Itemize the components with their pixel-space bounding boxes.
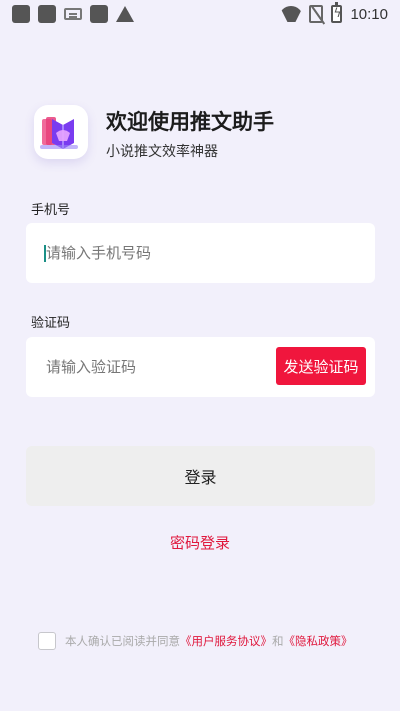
- page-title: 欢迎使用推文助手: [106, 110, 274, 134]
- agreement-and-text: 和: [272, 634, 284, 648]
- phone-input[interactable]: [26, 223, 375, 283]
- page-subtitle: 小说推文效率神器: [106, 144, 218, 160]
- status-bar: 10:10: [0, 0, 400, 28]
- user-agreement-link[interactable]: 《用户服务协议》: [180, 633, 272, 649]
- status-time: 10:10: [350, 5, 388, 23]
- code-field-container: 发送验证码: [26, 337, 375, 397]
- login-screen: 10:10 欢迎使用推文助手 小说推文效率神器 手机号 验证码 发送验证码 登录…: [0, 0, 400, 711]
- login-button[interactable]: 登录: [26, 446, 375, 506]
- wifi-icon: [281, 6, 301, 22]
- password-login-link[interactable]: 密码登录: [0, 532, 400, 553]
- phone-label: 手机号: [31, 203, 71, 218]
- agreement-checkbox[interactable]: [38, 632, 56, 650]
- notification-app-icon: [38, 5, 56, 23]
- privacy-policy-link[interactable]: 《隐私政策》: [284, 633, 353, 649]
- keyboard-icon: [64, 8, 82, 20]
- notification-icons: [12, 5, 134, 23]
- system-icons: 10:10: [281, 2, 388, 23]
- text-cursor: [44, 245, 46, 262]
- code-label: 验证码: [31, 316, 71, 331]
- no-sim-icon: [309, 5, 324, 23]
- agreement-row: 本人确认已阅读并同意 《用户服务协议》 和 《隐私政策》: [38, 632, 353, 650]
- app-logo-icon: [34, 105, 88, 159]
- phone-field-container: [26, 223, 375, 283]
- send-code-button[interactable]: 发送验证码: [276, 347, 366, 385]
- agreement-text: 本人确认已阅读并同意: [65, 634, 180, 648]
- warning-icon: [116, 6, 134, 22]
- notification-app-icon: [12, 5, 30, 23]
- notification-app-icon: [90, 5, 108, 23]
- battery-charging-icon: [331, 2, 343, 23]
